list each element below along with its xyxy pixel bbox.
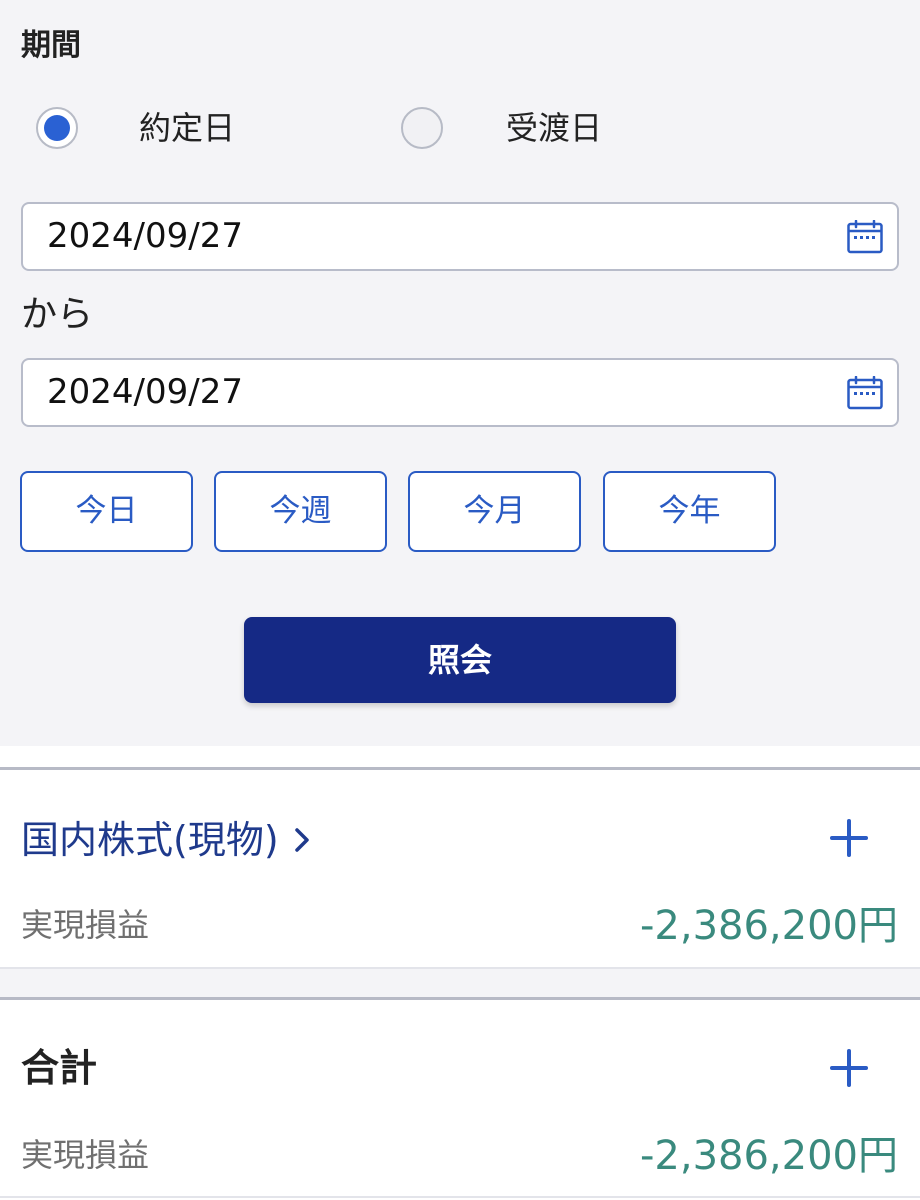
domestic-stock-link[interactable]: 国内株式(現物): [21, 816, 311, 864]
from-date-field[interactable]: 2024/09/27: [21, 202, 899, 271]
total-title: 合計: [21, 1046, 98, 1090]
calendar-icon[interactable]: [847, 220, 883, 254]
plus-icon[interactable]: [830, 1049, 868, 1087]
inquiry-button[interactable]: 照会: [244, 617, 676, 703]
realized-pl-label: 実現損益: [21, 906, 150, 944]
trade-date-label[interactable]: 約定日: [139, 107, 235, 149]
realized-pl-value: -2,386,200円: [639, 903, 898, 949]
to-date-field[interactable]: 2024/09/27: [21, 358, 899, 427]
period-heading: 期間: [21, 28, 81, 63]
this-month-button[interactable]: 今月: [408, 471, 581, 552]
total-realized-pl-label: 実現損益: [21, 1136, 150, 1174]
from-date-value: 2024/09/27: [47, 216, 243, 256]
plus-icon[interactable]: [830, 819, 868, 857]
row-divider: [0, 1196, 920, 1198]
trade-date-radio[interactable]: [36, 107, 78, 149]
range-separator: から: [21, 294, 94, 335]
domestic-stock-title: 国内株式(現物): [21, 818, 279, 862]
section-divider: [0, 767, 920, 770]
period-filter-panel: 期間 約定日 受渡日 2024/09/27 から 2024/09/27 今日 今…: [0, 0, 920, 746]
to-date-value: 2024/09/27: [47, 372, 243, 412]
section-gap: [0, 969, 920, 997]
settlement-date-radio[interactable]: [401, 107, 443, 149]
settlement-date-label[interactable]: 受渡日: [506, 107, 602, 149]
calendar-icon[interactable]: [847, 376, 883, 410]
chevron-right-icon: [294, 827, 309, 852]
total-realized-pl-value: -2,386,200円: [639, 1133, 898, 1179]
this-year-button[interactable]: 今年: [603, 471, 776, 552]
today-button[interactable]: 今日: [20, 471, 193, 552]
section-divider: [0, 997, 920, 1000]
this-week-button[interactable]: 今週: [214, 471, 387, 552]
